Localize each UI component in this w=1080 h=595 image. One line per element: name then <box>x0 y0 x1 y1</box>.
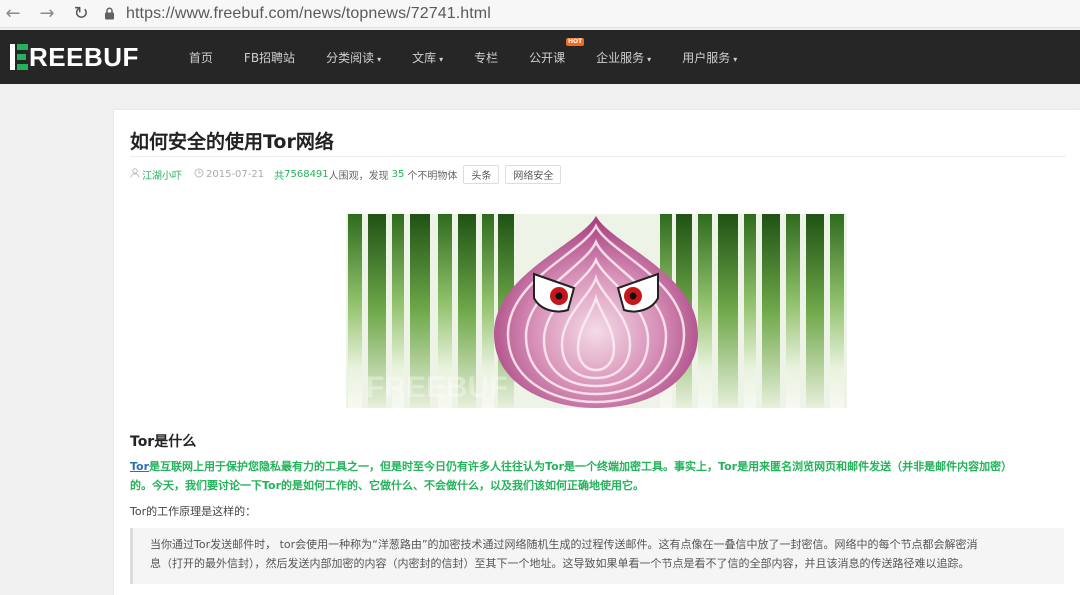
address-bar[interactable]: https://www.freebuf.com/news/topnews/727… <box>126 5 491 23</box>
nav-categories[interactable]: 分类阅读 ▾ <box>326 49 381 66</box>
forward-arrow-icon[interactable]: → <box>34 1 60 27</box>
logo-mark-icon <box>10 44 28 70</box>
blockquote: 当你通过Tor发送邮件时， tor会使用一种称为“洋葱路由”的加密技术通过网络随… <box>130 528 1064 584</box>
clock-icon <box>194 168 204 181</box>
nav-jobs[interactable]: FB招聘站 <box>244 49 295 66</box>
nav-enterprise[interactable]: 企业服务 ▾ <box>596 49 651 66</box>
principle-heading: Tor的工作原理是这样的： <box>130 505 257 518</box>
tor-onion-image: FREEBUF <box>346 214 847 408</box>
view-count: 7568491 <box>284 168 329 180</box>
comment-count[interactable]: 35 <box>392 169 405 180</box>
intro-paragraph: Tor是互联网上用于保护您隐私最有力的工具之一，但是时至今日仍有许多人往往认为T… <box>130 457 1070 495</box>
main-nav: 首页 FB招聘站 分类阅读 ▾ 文库 ▾ 专栏 公开课 HOT 企业服务 ▾ 用户服务 ▾ <box>189 30 768 84</box>
chevron-down-icon: ▾ <box>733 54 738 64</box>
nav-open-courses[interactable]: 公开课 HOT <box>529 37 585 66</box>
user-icon <box>130 167 140 181</box>
browser-toolbar: ← → ↻ https://www.freebuf.com/news/topne… <box>0 0 1080 28</box>
article-title: 如何安全的使用Tor网络 <box>130 131 334 153</box>
quote-line-2: 息（打开的最外信封），然后发送内部加密的内容（内密封的信封）至其下一个地址。这导… <box>150 557 970 570</box>
article-meta: 江湖小吓 2015-07-21 共 7568491 人围观，发现 35 个不明物… <box>130 164 562 184</box>
chevron-down-icon: ▾ <box>647 54 652 64</box>
intro-line-1: 是互联网上用于保护您隐私最有力的工具之一，但是时至今日仍有许多人往往认为Tor是… <box>149 460 1013 473</box>
nav-columns[interactable]: 专栏 <box>474 49 498 66</box>
lock-icon <box>102 7 116 21</box>
views-prefix: 共 <box>274 170 285 182</box>
divider <box>130 156 1066 157</box>
article-card: 如何安全的使用Tor网络 江湖小吓 2015-07-21 共 7568491 人… <box>114 110 1080 595</box>
chevron-down-icon: ▾ <box>439 54 444 64</box>
author-link[interactable]: 江湖小吓 <box>142 167 182 182</box>
finds-suffix: 个不明物体 <box>407 170 458 182</box>
quote-line-1: 当你通过Tor发送邮件时， tor会使用一种称为“洋葱路由”的加密技术通过网络随… <box>150 538 978 551</box>
hot-badge: HOT <box>565 37 585 46</box>
reload-icon[interactable]: ↻ <box>68 1 94 27</box>
nav-home[interactable]: 首页 <box>189 49 213 66</box>
intro-line-2: 的。今天，我们要讨论一下Tor的是如何工作的、它做什么、不会做什么，以及我们该如… <box>130 479 645 492</box>
tor-link[interactable]: Tor <box>130 460 149 473</box>
chevron-down-icon: ▾ <box>377 54 382 64</box>
image-watermark: FREEBUF <box>366 371 508 404</box>
publish-date: 2015-07-21 <box>206 168 265 180</box>
section-heading: Tor是什么 <box>130 434 197 450</box>
freebuf-logo[interactable]: REEBUF <box>10 42 139 72</box>
site-header: REEBUF 首页 FB招聘站 分类阅读 ▾ 文库 ▾ 专栏 公开课 HOT 企业服务… <box>0 30 1080 84</box>
nav-user[interactable]: 用户服务 ▾ <box>682 49 737 66</box>
nav-library[interactable]: 文库 ▾ <box>412 49 443 66</box>
tag-headline[interactable]: 头条 <box>463 164 500 184</box>
views-suffix: 人围观，发现 <box>328 170 389 182</box>
back-arrow-icon[interactable]: ← <box>0 1 26 27</box>
logo-text: REEBUF <box>29 41 139 72</box>
tag-network-security[interactable]: 网络安全 <box>505 164 562 184</box>
